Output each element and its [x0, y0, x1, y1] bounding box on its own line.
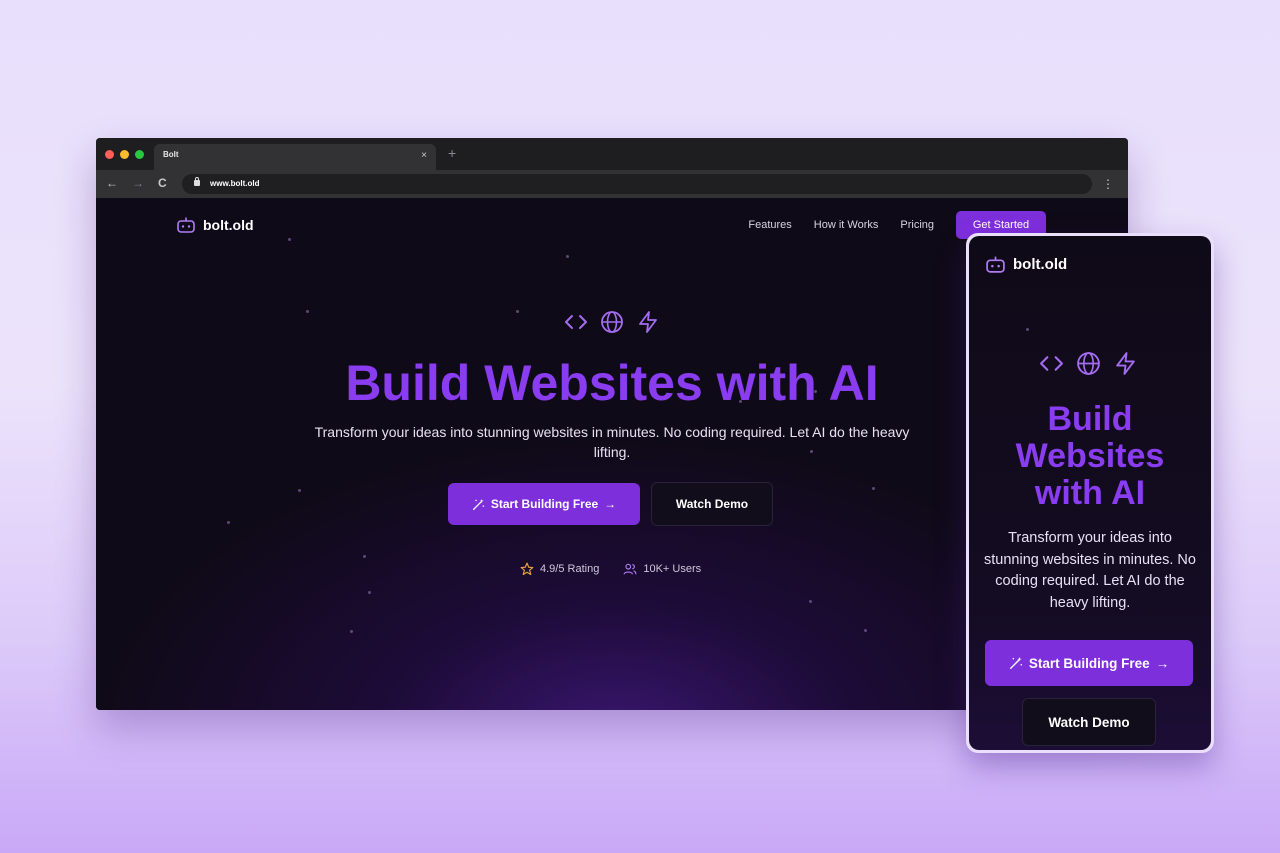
- globe-icon: [1077, 352, 1100, 375]
- hero-subtitle: Transform your ideas into stunning websi…: [314, 424, 910, 460]
- watch-demo-label: Watch Demo: [675, 497, 749, 511]
- globe-icon: [601, 311, 623, 333]
- mobile-title-line: with AI: [1034, 474, 1146, 512]
- bot-icon: [986, 256, 1005, 273]
- mobile-hero-icons: [1039, 351, 1138, 376]
- bot-icon: [177, 217, 195, 233]
- star-particle: [516, 310, 519, 313]
- mobile-hero-subtitle: Transform your ideas into stunning websi…: [984, 530, 1196, 611]
- star-particle: [1026, 328, 1029, 331]
- magic-wand-icon: [472, 498, 484, 510]
- nav-link-features[interactable]: Features: [748, 219, 791, 231]
- mobile-watch-demo-label: Watch Demo: [1048, 714, 1130, 730]
- minimize-window-button[interactable]: [120, 150, 129, 159]
- browser-toolbar: ← → C www.bolt.old ⋮: [96, 170, 1128, 198]
- users-label: 10K+ Users: [643, 563, 702, 575]
- url-text: www.bolt.old: [210, 179, 260, 188]
- mobile-title-line: Build: [1047, 400, 1133, 438]
- star-particle: [809, 600, 812, 603]
- zap-icon: [639, 311, 657, 333]
- lock-icon: [194, 177, 200, 186]
- star-particle: [368, 591, 371, 594]
- reload-icon[interactable]: C: [158, 176, 167, 190]
- code-icon: [1040, 356, 1063, 371]
- site-logo[interactable]: bolt.old: [176, 216, 254, 234]
- hero-icons: [564, 310, 660, 334]
- stats-row: 4.9/5 Rating 10K+ Users: [520, 562, 701, 576]
- star-particle: [227, 521, 230, 524]
- brand-name: bolt.old: [203, 217, 254, 233]
- mobile-hero-title: Build Websites with AI: [969, 401, 1211, 512]
- new-tab-button[interactable]: +: [448, 145, 456, 161]
- rating-label: 4.9/5 Rating: [540, 563, 600, 575]
- star-particle: [306, 310, 309, 313]
- magic-wand-icon: [1009, 656, 1022, 669]
- main-nav: Features How it Works Pricing: [748, 219, 934, 231]
- star-particle: [363, 555, 366, 558]
- browser-menu-icon[interactable]: ⋮: [1102, 174, 1114, 194]
- rating-stat: 4.9/5 Rating: [520, 562, 599, 576]
- star-particle: [864, 629, 867, 632]
- mobile-preview: bolt.old Build Websites with AI Transfor…: [966, 233, 1214, 753]
- forward-icon[interactable]: →: [132, 176, 144, 190]
- star-particle: [566, 255, 569, 258]
- mobile-title-line: Websites: [1015, 437, 1165, 475]
- address-bar[interactable]: www.bolt.old: [182, 174, 1092, 194]
- start-building-button[interactable]: Start Building Free →: [448, 483, 640, 525]
- tab-bar: Bolt × +: [96, 138, 1128, 170]
- maximize-window-button[interactable]: [135, 150, 144, 159]
- arrow-right-icon: →: [604, 497, 617, 511]
- watch-demo-button[interactable]: Watch Demo: [651, 482, 773, 526]
- mobile-screen: bolt.old Build Websites with AI Transfor…: [969, 236, 1211, 750]
- nav-link-how-it-works[interactable]: How it Works: [814, 219, 879, 231]
- star-particle: [350, 630, 353, 633]
- code-icon: [565, 315, 587, 329]
- star-particle: [872, 487, 875, 490]
- window-controls: [105, 150, 144, 159]
- nav-link-pricing[interactable]: Pricing: [900, 219, 934, 231]
- star-particle: [298, 489, 301, 492]
- browser-tab[interactable]: Bolt ×: [154, 144, 436, 170]
- tab-title: Bolt: [163, 150, 179, 159]
- tab-close-icon[interactable]: ×: [421, 150, 427, 161]
- close-window-button[interactable]: [105, 150, 114, 159]
- star-particle: [288, 238, 291, 241]
- start-building-label: Start Building Free: [490, 497, 599, 511]
- mobile-watch-demo-button[interactable]: Watch Demo: [1022, 698, 1156, 746]
- arrow-right-icon: →: [1155, 655, 1170, 671]
- star-icon: [520, 562, 534, 576]
- users-icon: [623, 563, 637, 575]
- mobile-start-building-label: Start Building Free: [1028, 655, 1150, 671]
- users-stat: 10K+ Users: [623, 562, 701, 576]
- mobile-brand-name: bolt.old: [1013, 256, 1068, 273]
- mobile-site-logo[interactable]: bolt.old: [985, 255, 1067, 274]
- back-icon[interactable]: ←: [106, 176, 118, 190]
- mobile-start-building-button[interactable]: Start Building Free →: [985, 640, 1193, 686]
- zap-icon: [1116, 352, 1135, 375]
